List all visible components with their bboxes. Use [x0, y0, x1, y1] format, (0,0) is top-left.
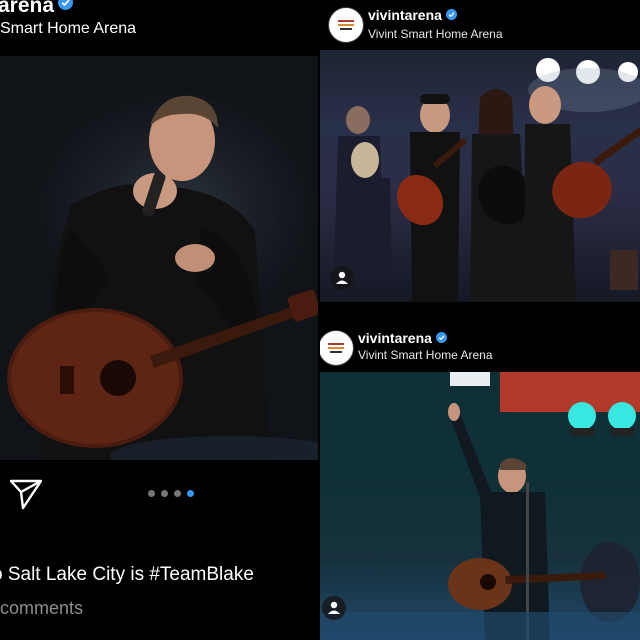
tagged-users-button[interactable] — [322, 596, 346, 620]
post-header: vivintarena Vivint Smart Home Arena — [320, 322, 640, 372]
username-text[interactable]: vivintarena — [368, 7, 442, 23]
post-caption: o Salt Lake City is #TeamBlake — [0, 564, 254, 585]
user-tag-icon — [336, 271, 348, 284]
user-tag-icon — [328, 601, 340, 614]
post-photo-performer[interactable] — [0, 56, 318, 460]
post-header: vivintarena Vivint Smart Home Arena — [320, 0, 640, 50]
band-illustration — [334, 58, 640, 302]
send-icon[interactable] — [9, 478, 43, 510]
arena-logo — [332, 11, 360, 39]
post-username[interactable]: arena — [0, 0, 74, 18]
verified-badge-icon — [445, 9, 457, 20]
username-text[interactable]: arena — [0, 0, 54, 17]
carousel-dot — [148, 490, 155, 497]
verified-badge-icon — [58, 0, 74, 10]
tagged-users-button[interactable] — [330, 266, 354, 290]
carousel-dot — [161, 490, 168, 497]
post-photo-solo[interactable] — [320, 372, 640, 640]
username-text[interactable]: vivintarena — [358, 330, 432, 346]
post-location[interactable]: Vivint Smart Home Arena — [358, 348, 493, 362]
carousel-dot — [174, 490, 181, 497]
avatar[interactable] — [328, 7, 364, 43]
carousel-indicator — [148, 490, 194, 497]
arena-logo — [322, 334, 350, 362]
post-location[interactable]: Smart Home Arena — [0, 20, 136, 38]
right-post-band: vivintarena Vivint Smart Home Arena — [320, 0, 640, 318]
solo-performer-illustration — [320, 372, 640, 640]
right-post-solo: vivintarena Vivint Smart Home Arena — [320, 322, 640, 640]
performer-illustration — [7, 95, 318, 460]
carousel-dot-active — [187, 490, 194, 497]
verified-badge-icon — [435, 332, 447, 343]
view-comments-link[interactable]: comments — [0, 598, 83, 619]
post-username[interactable]: vivintarena — [358, 330, 447, 346]
post-location[interactable]: Vivint Smart Home Arena — [368, 27, 503, 41]
left-post: arena Smart Home Arena o Salt Lake City … — [0, 0, 318, 640]
avatar[interactable] — [320, 330, 354, 366]
post-photo-band[interactable] — [320, 50, 640, 302]
post-username[interactable]: vivintarena — [368, 7, 457, 23]
